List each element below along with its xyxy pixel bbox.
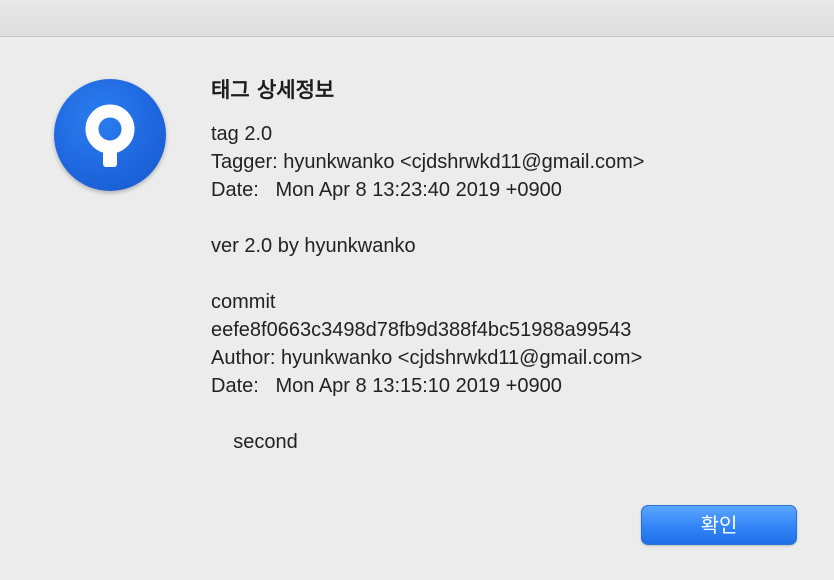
dialog-title: 태그 상세정보 [211,78,335,102]
tag-details-message: tag 2.0 Tagger: hyunkwanko <cjdshrwkd11@… [211,123,645,453]
confirm-button[interactable]: 확인 [641,505,797,545]
tag-details-dialog: 태그 상세정보 tag 2.0 Tagger: hyunkwanko <cjds… [0,0,834,580]
sourcetree-app-icon [54,79,166,191]
dialog-content: 태그 상세정보 tag 2.0 Tagger: hyunkwanko <cjds… [211,72,811,456]
window-titlebar[interactable] [0,0,834,37]
sourcetree-logo-icon [85,104,135,167]
